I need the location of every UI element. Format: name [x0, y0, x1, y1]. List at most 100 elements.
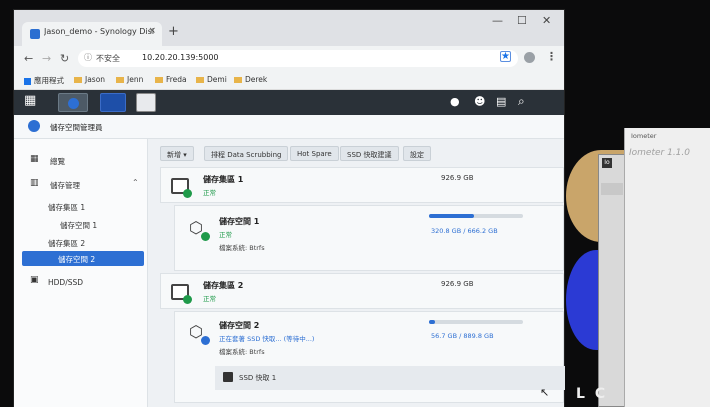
- pool2-capacity: 926.9 GB: [441, 280, 474, 288]
- hot-spare-button[interactable]: Hot Spare: [290, 146, 339, 161]
- volume2-name: 儲存空間 2: [219, 321, 260, 330]
- overview-icon: ▦: [30, 154, 39, 164]
- browser-window: Jason_demo - Synology DiskSt × + — ☐ ✕ ←…: [14, 10, 565, 407]
- pool1-capacity: 926.9 GB: [441, 174, 474, 182]
- ssd-cache-row[interactable]: SSD 快取 1: [215, 366, 565, 390]
- notification-icon[interactable]: ●: [450, 95, 464, 114]
- iometer-title: Iometer: [631, 132, 657, 140]
- folder-open-icon[interactable]: [601, 183, 623, 195]
- ssd-cache-label: SSD 快取 1: [239, 374, 277, 382]
- bookmark-derek[interactable]: Derek: [234, 75, 267, 84]
- volume1-status: 正常: [219, 231, 232, 239]
- dsm-taskbar: ▦ ● ☻ ▤ ⌕: [14, 90, 564, 115]
- storage-manager-logo-icon: [28, 120, 40, 132]
- collapse-icon[interactable]: ⌃: [132, 178, 139, 187]
- main-panel: 新增 ▾ 排程 Data Scrubbing Hot Spare SSD 快取建…: [148, 139, 565, 407]
- menu-icon[interactable]: ⋮: [546, 50, 557, 63]
- security-label: 不安全: [96, 54, 120, 63]
- omnibox[interactable]: ⓘ 不安全 10.20.20.139:5000 ★: [78, 50, 518, 67]
- profile-icon[interactable]: [524, 52, 535, 63]
- bookmark-demi[interactable]: Demi: [196, 75, 227, 84]
- sidebar-item-label: 儲存空間 2: [58, 255, 96, 264]
- folder-icon: [155, 77, 163, 83]
- control-panel-taskbar-icon[interactable]: [136, 93, 156, 112]
- sidebar-item-pool2[interactable]: 儲存集區 2: [48, 238, 85, 249]
- sidebar-item-volume1[interactable]: 儲存空間 1: [60, 220, 97, 231]
- volume1-name: 儲存空間 1: [219, 217, 260, 226]
- bookmark-jason[interactable]: Jason: [74, 75, 105, 84]
- storage-manager-window: 儲存空間管理員 ▦ 總覽 ▥ 儲存管理 ⌃ 儲存集區 1 儲存空間 1 儲存集區…: [14, 115, 565, 407]
- volume2-usage-fill: [429, 320, 435, 324]
- pool1-card[interactable]: 儲存集區 1 正常 926.9 GB: [160, 167, 564, 203]
- extension-icon[interactable]: [500, 51, 511, 62]
- pool2-status: 正常: [203, 295, 216, 303]
- sidebar-item-hdd[interactable]: HDD/SSD: [48, 278, 83, 287]
- browser-tab[interactable]: Jason_demo - Synology DiskSt ×: [22, 22, 162, 46]
- sidebar-item-overview[interactable]: 總覽: [50, 156, 65, 167]
- sidebar-item-volume2[interactable]: 儲存空間 2: [22, 251, 144, 266]
- sidebar-item-pool1[interactable]: 儲存集區 1: [48, 202, 85, 213]
- bookmarks-bar: 應用程式 Jason Jenn Freda Demi Derek: [14, 72, 564, 90]
- info-icon[interactable]: ⓘ: [84, 52, 92, 63]
- volume2-usage-bar: [429, 320, 523, 324]
- bookmark-apps[interactable]: 應用程式: [24, 75, 64, 86]
- ssd-advice-button[interactable]: SSD 快取建議: [340, 146, 399, 161]
- pool2-name: 儲存集區 2: [203, 281, 244, 290]
- storage-manager-taskbar-icon[interactable]: [58, 93, 88, 112]
- background-lettering: LC: [576, 386, 616, 402]
- volume1-card[interactable]: ⬡ 儲存空間 1 正常 檔案系統: Btrfs 320.8 GB / 666.2…: [174, 205, 564, 271]
- iometer-window: Iometer Iometer 1.1.0: [624, 128, 710, 407]
- mouse-cursor-icon: ↖: [540, 386, 550, 399]
- user-icon[interactable]: ☻: [474, 95, 488, 114]
- main-menu-icon[interactable]: ▦: [24, 93, 40, 112]
- tab-close-icon[interactable]: ×: [148, 26, 156, 36]
- storage-icon: ▥: [30, 178, 39, 188]
- volume2-status: 正在套著 SSD 快取... (等待中...): [219, 335, 315, 343]
- new-button[interactable]: 新增 ▾: [160, 146, 194, 161]
- healthy-check-icon: [183, 189, 192, 198]
- minimize-button[interactable]: —: [492, 14, 503, 27]
- iometer-heading: Iometer 1.1.0: [629, 148, 690, 158]
- bookmark-jenn[interactable]: Jenn: [116, 75, 143, 84]
- forward-icon[interactable]: →: [42, 52, 51, 65]
- tab-title: Jason_demo - Synology DiskSt: [44, 27, 154, 36]
- maximize-button[interactable]: ☐: [517, 14, 527, 27]
- healthy-check-icon: [201, 232, 210, 241]
- pool1-name: 儲存集區 1: [203, 175, 244, 184]
- back-icon[interactable]: ←: [24, 52, 33, 65]
- volume1-usage-bar: [429, 214, 523, 218]
- title-bar: Jason_demo - Synology DiskSt × + — ☐ ✕: [14, 10, 564, 46]
- sidebar: ▦ 總覽 ▥ 儲存管理 ⌃ 儲存集區 1 儲存空間 1 儲存集區 2 儲存空間 …: [14, 139, 148, 407]
- volume2-fs: 檔案系統: Btrfs: [219, 348, 265, 356]
- processing-icon: [201, 336, 210, 345]
- ssd-cache-icon: [223, 372, 233, 382]
- folder-icon: [196, 77, 204, 83]
- close-window-button[interactable]: ✕: [542, 14, 551, 27]
- sidebar-item-storage[interactable]: 儲存管理: [50, 180, 80, 191]
- folder-icon: [116, 77, 124, 83]
- pool2-card[interactable]: 儲存集區 2 正常 926.9 GB: [160, 273, 564, 309]
- new-tab-button[interactable]: +: [168, 24, 179, 39]
- hdd-icon: ▣: [30, 275, 39, 285]
- folder-icon: [74, 77, 82, 83]
- dsm-favicon-icon: [30, 29, 40, 39]
- address-bar-row: ← → ↻ ⓘ 不安全 10.20.20.139:5000 ★ ⋮: [14, 46, 564, 72]
- resource-monitor-taskbar-icon[interactable]: [100, 93, 126, 112]
- search-icon[interactable]: ⌕: [518, 94, 532, 113]
- volume1-usage-fill: [429, 214, 475, 218]
- settings-button[interactable]: 設定: [403, 146, 431, 161]
- app-header: 儲存空間管理員: [14, 115, 564, 139]
- pool1-status: 正常: [203, 189, 216, 197]
- volume2-card[interactable]: ⬡ 儲存空間 2 正在套著 SSD 快取... (等待中...) 檔案系統: B…: [174, 311, 565, 403]
- url-text[interactable]: 10.20.20.139:5000: [142, 53, 219, 62]
- scrubbing-button[interactable]: 排程 Data Scrubbing: [204, 146, 289, 161]
- widgets-icon[interactable]: ▤: [496, 95, 510, 114]
- volume1-fs: 檔案系統: Btrfs: [219, 244, 265, 252]
- folder-icon: [234, 77, 242, 83]
- app-title: 儲存空間管理員: [50, 123, 103, 132]
- healthy-check-icon: [183, 295, 192, 304]
- volume2-usage: 56.7 GB / 889.8 GB: [431, 332, 494, 340]
- volume1-usage: 320.8 GB / 666.2 GB: [431, 227, 498, 235]
- bookmark-freda[interactable]: Freda: [155, 75, 187, 84]
- reload-icon[interactable]: ↻: [60, 52, 69, 65]
